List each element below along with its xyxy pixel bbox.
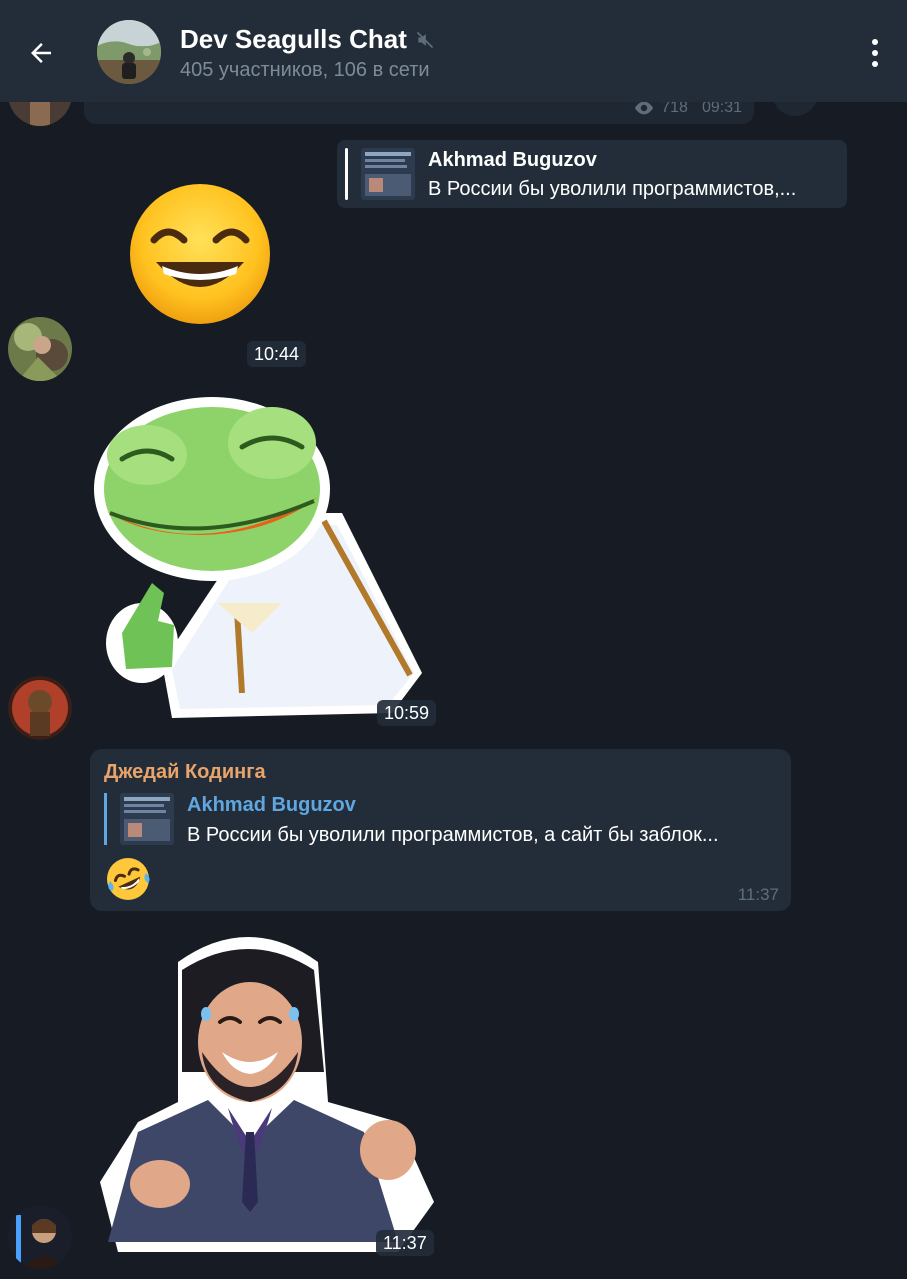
chat-header: Dev Seagulls Chat 405 участников, 106 в … xyxy=(0,0,907,102)
message-time: 10:44 xyxy=(247,341,307,367)
chat-avatar[interactable] xyxy=(97,20,161,84)
arrow-left-icon xyxy=(31,43,51,63)
reply-author: Akhmad Buguzov xyxy=(428,149,597,171)
reply-text: В России бы уволили программистов,... xyxy=(428,178,797,200)
muted-speaker-icon xyxy=(416,31,433,48)
reply-author[interactable]: Akhmad Buguzov xyxy=(187,794,356,817)
more-vert-icon xyxy=(872,39,878,45)
reply-text[interactable]: В России бы уволили программистов, а сай… xyxy=(187,824,777,847)
eye-icon xyxy=(635,101,654,115)
back-button[interactable] xyxy=(18,30,64,76)
chat-title[interactable]: Dev Seagulls Chat xyxy=(180,24,435,55)
laughing-man-shrug-sticker[interactable] xyxy=(98,922,436,1258)
frog-thumbs-up-sticker[interactable] xyxy=(92,393,430,725)
more-menu-button[interactable] xyxy=(858,36,892,70)
avatar-user-1[interactable] xyxy=(8,317,72,381)
reply-preview[interactable]: Akhmad Buguzov В России бы уволили прогр… xyxy=(337,140,847,208)
message-time: 11:37 xyxy=(737,885,779,904)
reply-thumbnail xyxy=(120,793,174,845)
reply-accent-bar xyxy=(104,793,107,845)
reply-accent-bar xyxy=(345,148,348,200)
group-photo xyxy=(97,20,161,84)
rolling-laughing-emoji xyxy=(107,858,150,900)
message-bubble[interactable]: Джедай Кодинга Akhmad Buguzov В России б… xyxy=(90,749,791,911)
avatar-user-2[interactable] xyxy=(8,676,72,740)
sender-name[interactable]: Джедай Кодинга xyxy=(104,761,266,784)
message-time: 11:37 xyxy=(376,1230,434,1256)
reply-thumbnail xyxy=(361,148,415,200)
chat-title-text: Dev Seagulls Chat xyxy=(180,24,407,54)
message-time: 10:59 xyxy=(377,700,437,726)
grinning-face-emoji[interactable] xyxy=(126,182,274,326)
avatar-user-3[interactable] xyxy=(8,1205,72,1269)
member-count: 405 участников, 106 в сети xyxy=(180,59,430,81)
